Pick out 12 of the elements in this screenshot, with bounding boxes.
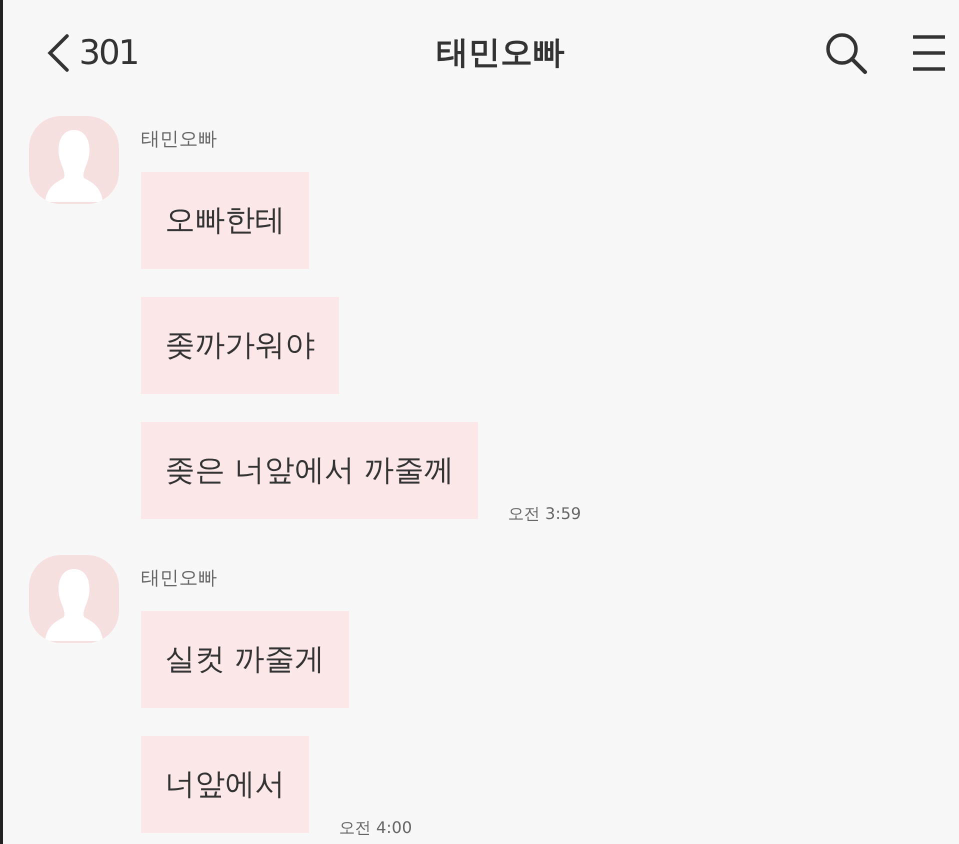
message-bubble: 너앞에서 <box>141 736 309 833</box>
sender-name: 태민오빠 <box>141 127 218 152</box>
sender-name: 태민오빠 <box>141 566 218 591</box>
message-bubble: 실컷 까줄게 <box>141 611 349 708</box>
message-bubble: 오빠한테 <box>141 172 309 269</box>
back-button[interactable]: 301 <box>45 33 138 73</box>
chat-title: 태민오빠 <box>436 32 564 73</box>
message-time: 오전 4:00 <box>339 818 412 839</box>
message-bubble: 좆까가워야 <box>141 297 339 394</box>
message-bubble: 좆은 너앞에서 까줄께 <box>141 422 478 519</box>
back-icon <box>45 33 71 73</box>
message-time: 오전 3:59 <box>508 504 582 525</box>
